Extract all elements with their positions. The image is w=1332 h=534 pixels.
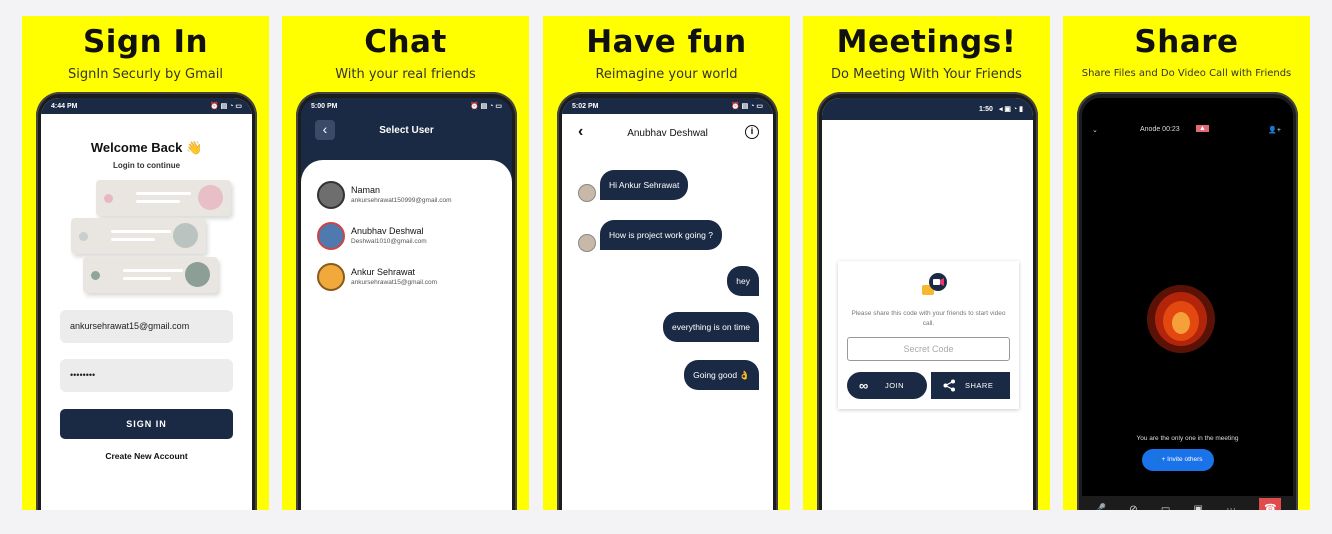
status-icons: ◂ ▣ ◔ ▮ xyxy=(998,106,1023,113)
panel-share: Share Share Files and Do Video Call with… xyxy=(1063,16,1310,510)
call-top-bar: ⌄ Anode 00:23 ▲ 👤+ xyxy=(1082,125,1293,140)
message-sent: everything is on time xyxy=(663,312,759,342)
phone-screen: 1:50 ◂ ▣ ◔ ▮ Please share this code with… xyxy=(822,98,1033,510)
share-label: SHARE xyxy=(965,381,994,390)
contact-name: Anubhav Deshwal xyxy=(627,128,708,139)
login-subtitle: Login to continue xyxy=(112,161,181,170)
illustration-pill xyxy=(71,218,206,254)
list-item[interactable]: Ankur Sehrawat ankursehrawat15@gmail.com xyxy=(301,256,512,297)
user-name: Anubhav Deshwal xyxy=(351,226,424,236)
user-name: Naman xyxy=(351,185,381,195)
status-icons: ⏰ ▤ ◔ ▭ xyxy=(209,103,242,110)
chat-header: ‹ Anubhav Deshwal i xyxy=(562,114,773,152)
message-sent: Going good 👌 xyxy=(684,360,759,390)
panel-subtitle: Do Meeting With Your Friends xyxy=(831,67,1022,82)
phone-screen: 5:00 PM ⏰ ▤ ◔ ▭ ‹ Select User Naman anku… xyxy=(301,98,512,510)
phone-screen: 4:44 PM ⏰ ▤ ◔ ▭ Welcome Back 👋 Login to … xyxy=(41,98,252,510)
share-icon xyxy=(943,379,955,392)
secret-code-input[interactable]: Secret Code xyxy=(847,337,1010,361)
panel-title: Meetings! xyxy=(836,24,1017,60)
participant-avatar xyxy=(1147,285,1215,353)
hang-up-icon[interactable]: ☎ xyxy=(1259,498,1282,510)
video-chat-icon xyxy=(922,273,947,295)
info-icon[interactable]: i xyxy=(745,125,759,139)
panel-meetings: Meetings! Do Meeting With Your Friends 1… xyxy=(803,16,1050,510)
message-sent: hey xyxy=(727,266,759,296)
user-name: Ankur Sehrawat xyxy=(351,267,416,277)
phone-frame: 5:00 PM ⏰ ▤ ◔ ▭ ‹ Select User Naman anku… xyxy=(296,92,517,510)
status-bar: 5:00 PM ⏰ ▤ ◔ ▭ xyxy=(301,98,512,114)
avatar xyxy=(317,180,345,209)
phone-screen: ⌄ Anode 00:23 ▲ 👤+ You are the only one … xyxy=(1082,98,1293,510)
status-bar: 1:50 ◂ ▣ ◔ ▮ xyxy=(822,98,1033,120)
avatar xyxy=(578,184,596,202)
join-button[interactable]: ∞ JOIN xyxy=(847,372,927,399)
avatar xyxy=(317,262,345,291)
status-icons: ⏰ ▤ ◔ ▭ xyxy=(730,103,763,110)
invite-label: Invite others xyxy=(1167,456,1203,463)
login-illustration xyxy=(41,180,252,300)
call-controls: 🎤 ⊘ ▭ ▣ ⋯ ☎ xyxy=(1082,496,1293,510)
user-email: ankursehrawat15@gmail.com xyxy=(351,279,438,286)
email-field[interactable]: ankursehrawat15@gmail.com xyxy=(60,310,233,343)
status-bar: 5:02 PM ⏰ ▤ ◔ ▭ xyxy=(562,98,773,114)
more-icon[interactable]: ⋯ xyxy=(1226,504,1236,511)
phone-frame: ⌄ Anode 00:23 ▲ 👤+ You are the only one … xyxy=(1077,92,1298,510)
illustration-pill xyxy=(83,257,218,293)
list-item[interactable]: Anubhav Deshwal Deshwal1010@gmail.com xyxy=(301,215,512,256)
status-bar: 4:44 PM ⏰ ▤ ◔ ▭ xyxy=(41,98,252,114)
panel-have-fun: Have fun Reimagine your world 5:02 PM ⏰ … xyxy=(543,16,790,510)
add-person-icon[interactable]: 👤+ xyxy=(1268,126,1281,134)
status-time: 5:02 PM xyxy=(572,102,599,110)
mic-icon[interactable]: 🎤 xyxy=(1094,504,1106,511)
infinity-icon: ∞ xyxy=(859,378,869,393)
phone-frame: 1:50 ◂ ▣ ◔ ▮ Please share this code with… xyxy=(817,92,1038,510)
user-email: Deshwal1010@gmail.com xyxy=(351,238,427,245)
chat-header: ‹ Select User xyxy=(301,114,512,164)
welcome-heading: Welcome Back 👋 xyxy=(90,140,203,155)
phone-frame: 4:44 PM ⏰ ▤ ◔ ▭ Welcome Back 👋 Login to … xyxy=(36,92,257,510)
panel-title: Have fun xyxy=(586,24,747,60)
sign-in-button[interactable]: SIGN IN xyxy=(60,409,233,439)
panel-subtitle: Reimagine your world xyxy=(595,67,738,82)
panel-subtitle: Share Files and Do Video Call with Frien… xyxy=(1081,68,1292,79)
list-item[interactable]: Naman ankursehrawat150999@gmail.com xyxy=(301,174,512,215)
password-field[interactable]: •••••••• xyxy=(60,359,233,392)
share-code-info: Please share this code with your friends… xyxy=(851,310,1006,327)
only-one-message: You are the only one in the meeting xyxy=(1136,435,1239,442)
camera-off-icon[interactable]: ⊘ xyxy=(1129,504,1137,511)
user-list: Naman ankursehrawat150999@gmail.com Anub… xyxy=(301,160,512,510)
panel-title: Sign In xyxy=(82,24,209,60)
page-title: Select User xyxy=(379,125,434,136)
message-received: Hi Ankur Sehrawat xyxy=(600,170,689,200)
status-time: 4:44 PM xyxy=(51,102,78,110)
user-email: ankursehrawat150999@gmail.com xyxy=(351,197,452,204)
message-received: How is project work going ? xyxy=(600,220,722,250)
chevron-down-icon[interactable]: ⌄ xyxy=(1092,126,1098,134)
meeting-card: Please share this code with your friends… xyxy=(838,261,1019,409)
avatar xyxy=(317,221,345,250)
panel-title: Chat xyxy=(364,24,447,60)
join-label: JOIN xyxy=(885,381,905,390)
status-time: 5:00 PM xyxy=(311,102,338,110)
panel-subtitle: With your real friends xyxy=(335,67,476,82)
invite-others-button[interactable]: 👤+ Invite others xyxy=(1142,449,1214,471)
share-button[interactable]: SHARE xyxy=(931,372,1010,399)
panel-subtitle: SignIn Securly by Gmail xyxy=(68,67,223,82)
panel-sign-in: Sign In SignIn Securly by Gmail 4:44 PM … xyxy=(22,16,269,510)
warning-icon: ▲ xyxy=(1196,125,1209,132)
briefcase-icon[interactable]: ▣ xyxy=(1194,504,1203,511)
add-person-icon: 👤+ xyxy=(1153,456,1168,463)
create-account-link[interactable]: Create New Account xyxy=(41,451,252,461)
phone-frame: 5:02 PM ⏰ ▤ ◔ ▭ ‹ Anubhav Deshwal i Hi A… xyxy=(557,92,778,510)
call-info: Anode 00:23 xyxy=(1140,126,1180,133)
panel-chat: Chat With your real friends 5:00 PM ⏰ ▤ … xyxy=(282,16,529,510)
avatar xyxy=(578,234,596,252)
present-screen-icon[interactable]: ▭ xyxy=(1161,504,1170,511)
status-time: 1:50 xyxy=(978,105,993,113)
panel-title: Share xyxy=(1134,24,1239,60)
status-icons: ⏰ ▤ ◔ ▭ xyxy=(469,103,502,110)
phone-screen: 5:02 PM ⏰ ▤ ◔ ▭ ‹ Anubhav Deshwal i Hi A… xyxy=(562,98,773,510)
illustration-pill xyxy=(96,180,231,216)
